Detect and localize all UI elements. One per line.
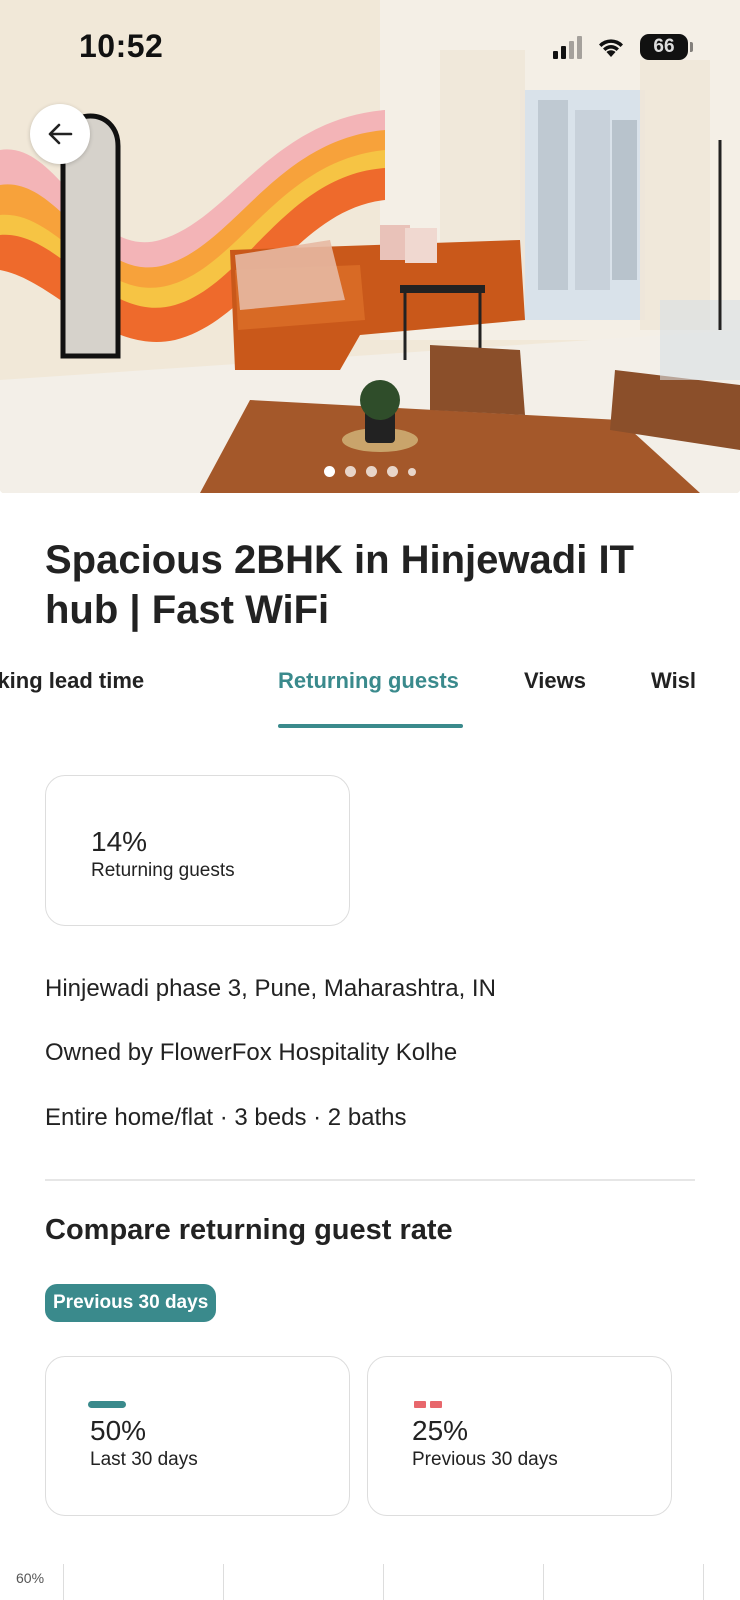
carousel-dot[interactable] <box>408 467 416 476</box>
chart-grid-line <box>383 1564 384 1600</box>
listing-title: Spacious 2BHK in Hinjewadi IT hub | Fast… <box>45 538 634 632</box>
back-button[interactable] <box>30 104 90 164</box>
previous-30-days-label: Previous 30 days <box>412 1449 558 1470</box>
carousel-pagination <box>0 466 740 477</box>
returning-guests-value: 14% <box>91 826 148 857</box>
dashed-line-legend-icon <box>414 1401 442 1408</box>
tab-returning-guests[interactable]: Returning guests <box>278 668 459 694</box>
chart-grid-line <box>63 1564 64 1600</box>
listing-location: Hinjewadi phase 3, Pune, Maharashtra, IN <box>45 975 496 1002</box>
period-filter-pill[interactable]: Previous 30 days <box>45 1284 217 1322</box>
chart-grid-line <box>543 1564 544 1600</box>
compare-section-title: Compare returning guest rate <box>45 1214 453 1246</box>
tab-views[interactable]: Views <box>524 668 586 694</box>
status-time: 10:52 <box>79 28 164 64</box>
tab-wishlists[interactable]: Wisl <box>651 668 696 694</box>
carousel-dot[interactable] <box>324 466 335 477</box>
returning-guest-chart: 60% <box>0 1560 740 1600</box>
chart-grid-line <box>703 1564 704 1600</box>
last-30-days-value: 50% <box>90 1415 147 1446</box>
previous-30-days-value: 25% <box>412 1415 469 1446</box>
listing-owner: Owned by FlowerFox Hospitality Kolhe <box>45 1039 458 1066</box>
previous-30-days-card: 25% Previous 30 days <box>367 1356 672 1516</box>
listing-summary: Entire home/flat · 3 beds · 2 baths <box>45 1104 407 1131</box>
section-divider <box>45 1179 695 1181</box>
insights-tabs[interactable]: oking lead time Returning guests Views W… <box>0 650 740 730</box>
status-bar: 10:52 66 <box>0 0 740 100</box>
carousel-dot[interactable] <box>345 466 356 477</box>
listing-photo-carousel[interactable]: 10:52 66 <box>0 0 740 493</box>
last-30-days-card: 50% Last 30 days <box>45 1356 350 1516</box>
status-icons: 66 <box>553 34 693 60</box>
solid-line-legend-icon <box>88 1401 126 1408</box>
last-30-days-label: Last 30 days <box>90 1449 198 1470</box>
returning-guests-card: 14% Returning guests <box>45 775 350 926</box>
y-axis-tick-label: 60% <box>16 1570 45 1586</box>
chart-grid-line <box>223 1564 224 1600</box>
carousel-dot[interactable] <box>366 466 377 477</box>
carousel-dot[interactable] <box>387 466 398 477</box>
active-tab-indicator <box>278 724 463 728</box>
wifi-icon <box>599 39 623 57</box>
tab-booking-lead-time[interactable]: oking lead time <box>0 668 144 694</box>
arrow-left-icon <box>48 123 73 145</box>
returning-guests-label: Returning guests <box>91 860 235 881</box>
battery-icon: 66 <box>640 34 693 60</box>
cellular-signal-icon <box>553 35 582 59</box>
